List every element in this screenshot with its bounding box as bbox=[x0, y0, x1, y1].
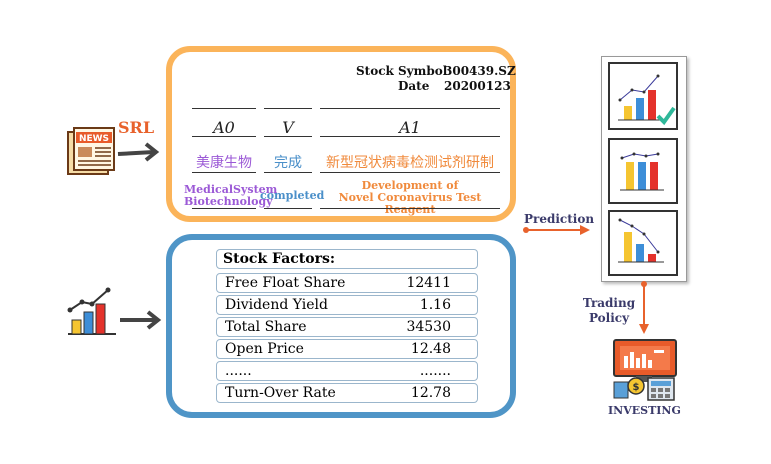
divider bbox=[264, 172, 312, 173]
chart-flat-icon bbox=[608, 138, 678, 204]
en-a0: MedicalSystem Biotechnology bbox=[184, 183, 278, 208]
date-label: Date bbox=[398, 79, 430, 93]
arrow-news-to-srl bbox=[116, 140, 162, 168]
chart-decline-icon bbox=[608, 210, 678, 276]
factor-row: Total Share 34530 bbox=[216, 317, 478, 337]
factor-name: Turn-Over Rate bbox=[225, 385, 336, 401]
arrow-chart-to-factors bbox=[118, 308, 164, 336]
factor-name: Total Share bbox=[225, 319, 307, 335]
divider bbox=[192, 108, 256, 109]
divider bbox=[192, 172, 256, 173]
divider bbox=[320, 136, 500, 137]
growth-chart-icon bbox=[66, 284, 118, 336]
svg-text:$: $ bbox=[633, 382, 640, 393]
stock-symbol-value: 300439.SZ bbox=[444, 64, 516, 78]
en-a1: Development of Novel Coronavirus Test Re… bbox=[338, 179, 482, 216]
factor-name: Open Price bbox=[225, 341, 304, 357]
divider bbox=[264, 136, 312, 137]
factor-value: 12.48 bbox=[410, 341, 451, 357]
role-v: V bbox=[282, 118, 294, 137]
divider bbox=[192, 208, 256, 209]
prediction-arrow bbox=[522, 222, 594, 241]
srl-label: SRL bbox=[118, 118, 155, 137]
divider bbox=[320, 208, 500, 209]
factor-row: Turn-Over Rate 12.78 bbox=[216, 383, 478, 403]
stock-factors-title: Stock Factors: bbox=[216, 249, 478, 269]
news-icon: NEWS bbox=[66, 126, 116, 178]
factor-value: ....... bbox=[419, 363, 451, 379]
role-a1: A1 bbox=[399, 118, 421, 137]
zh-a0: 美康生物 bbox=[196, 155, 252, 171]
factor-row: ...... ....... bbox=[216, 361, 478, 381]
factor-row: Open Price 12.48 bbox=[216, 339, 478, 359]
trading-policy-label: Trading Policy bbox=[582, 296, 636, 325]
stock-symbol-label: Stock Symbol bbox=[356, 64, 448, 78]
factor-value: 12411 bbox=[406, 275, 451, 291]
factor-value: 12.78 bbox=[410, 385, 451, 401]
date-value: 20200123 bbox=[444, 79, 511, 93]
factor-row: Dividend Yield 1.16 bbox=[216, 295, 478, 315]
divider bbox=[264, 108, 312, 109]
investing-label: INVESTING bbox=[608, 404, 681, 417]
zh-a1: 新型冠状病毒检测试剂研制 bbox=[326, 155, 494, 171]
factor-value: 34530 bbox=[406, 319, 451, 335]
factor-row: Free Float Share 12411 bbox=[216, 273, 478, 293]
factor-name: Free Float Share bbox=[225, 275, 346, 291]
en-v: completed bbox=[260, 189, 325, 202]
chart-check-icon bbox=[608, 62, 678, 130]
factor-value: 1.16 bbox=[419, 297, 451, 313]
factor-name: ...... bbox=[225, 363, 252, 379]
investing-icon: $ bbox=[610, 338, 680, 402]
divider bbox=[320, 172, 500, 173]
divider bbox=[264, 208, 312, 209]
zh-v: 完成 bbox=[274, 155, 302, 171]
divider bbox=[192, 136, 256, 137]
svg-text:NEWS: NEWS bbox=[79, 134, 109, 144]
divider bbox=[320, 108, 500, 109]
role-a0: A0 bbox=[213, 118, 235, 137]
factor-name: Dividend Yield bbox=[225, 297, 328, 313]
